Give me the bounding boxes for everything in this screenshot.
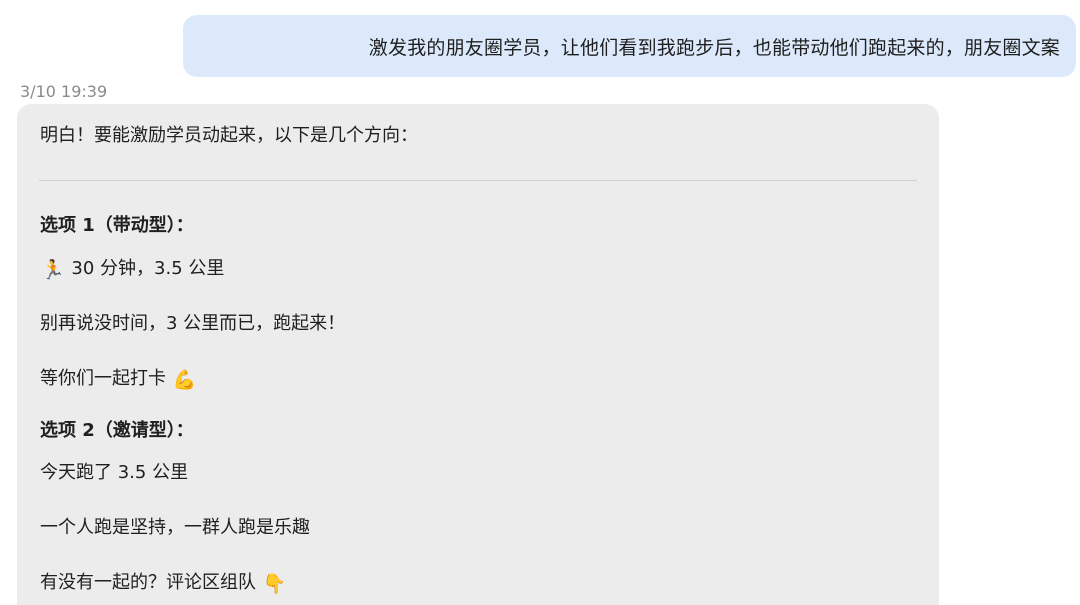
option-2-line-3: 有没有一起的？评论区组队 👇 <box>40 570 287 597</box>
option-1-line-3: 等你们一起打卡 💪 <box>40 366 197 393</box>
option-2-heading: 选项 2（邀请型）： <box>40 420 194 441</box>
message-timestamp: 3/10 19:39 <box>20 82 108 101</box>
option-2-line-3-text: 有没有一起的？评论区组队 <box>40 572 256 593</box>
option-1-heading: 选项 1（带动型）： <box>40 215 194 236</box>
option-2-line-2: 一个人跑是坚持，一群人跑是乐趣 <box>40 517 310 538</box>
user-message-bubble[interactable]: 激发我的朋友圈学员，让他们看到我跑步后，也能带动他们跑起来的，朋友圈文案 <box>183 15 1076 77</box>
reply-intro: 明白！要能激励学员动起来，以下是几个方向： <box>40 125 418 146</box>
option-1-line-1-text: 30 分钟，3.5 公里 <box>71 258 225 279</box>
chat-view: 激发我的朋友圈学员，让他们看到我跑步后，也能带动他们跑起来的，朋友圈文案 3/1… <box>0 0 1080 605</box>
flexed-biceps-icon: 💪 <box>172 369 197 391</box>
option-1-line-3-text: 等你们一起打卡 <box>40 368 166 389</box>
option-2-line-1: 今天跑了 3.5 公里 <box>40 462 189 483</box>
divider <box>39 180 917 181</box>
user-message-text: 激发我的朋友圈学员，让他们看到我跑步后，也能带动他们跑起来的，朋友圈文案 <box>368 36 1060 59</box>
option-1-line-2: 别再说没时间，3 公里而已，跑起来！ <box>40 313 346 334</box>
option-1-line-1: 🏃 30 分钟，3.5 公里 <box>40 256 224 283</box>
assistant-message-bubble[interactable]: 明白！要能激励学员动起来，以下是几个方向： 选项 1（带动型）： 🏃 30 分钟… <box>17 104 939 605</box>
pointing-down-icon: 👇 <box>262 573 287 595</box>
runner-icon: 🏃 <box>41 259 65 281</box>
